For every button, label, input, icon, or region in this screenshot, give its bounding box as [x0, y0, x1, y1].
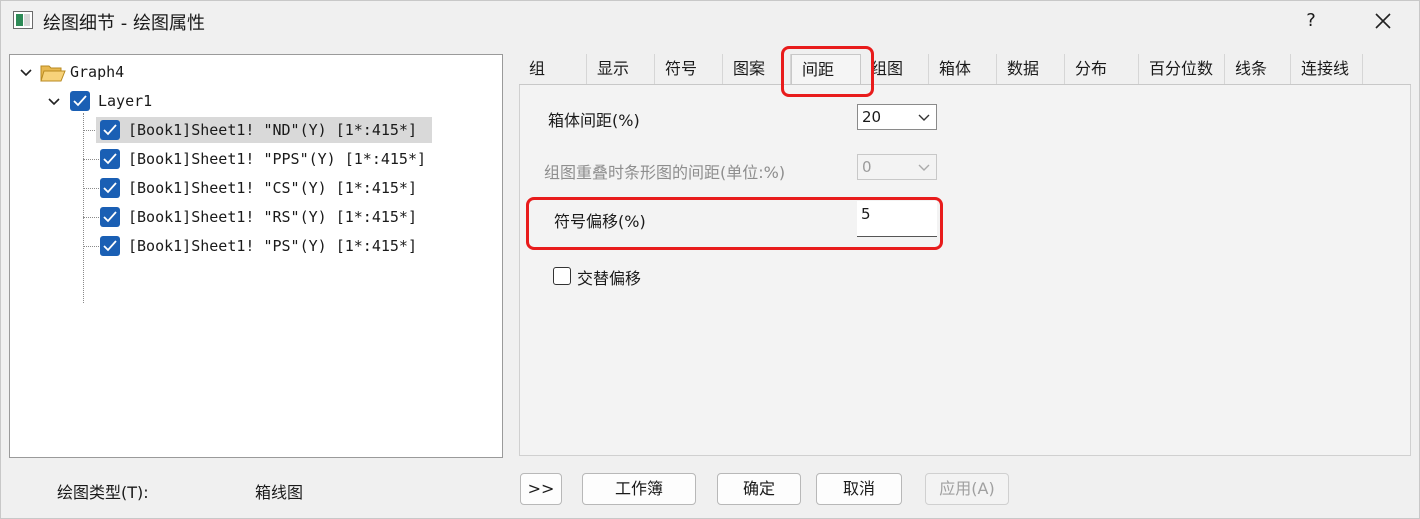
alternate-offset-checkbox[interactable] [553, 267, 571, 285]
check-icon [103, 153, 117, 165]
layer-checkbox[interactable] [70, 91, 90, 111]
item-checkbox[interactable] [100, 207, 120, 227]
box-gap-label: 箱体间距(%) [548, 111, 640, 130]
tab-group[interactable]: 组 [519, 54, 587, 84]
chevron-down-icon[interactable] [46, 93, 62, 109]
close-button[interactable] [1361, 5, 1405, 37]
tree-item-pps[interactable]: [Book1]Sheet1! "PPS"(Y) [1*:415*] [96, 146, 426, 172]
overlap-gap-label: 组图重叠时条形图的间距(单位:%) [544, 163, 786, 182]
tree-item-rs[interactable]: [Book1]Sheet1! "RS"(Y) [1*:415*] [96, 204, 417, 230]
chevron-down-icon [918, 114, 930, 121]
symbol-offset-value: 5 [861, 205, 871, 223]
overlap-gap-select: 0 [857, 154, 937, 180]
graph-name: Graph4 [70, 63, 125, 81]
tab-box[interactable]: 箱体 [929, 54, 997, 84]
symbol-offset-label: 符号偏移(%) [554, 212, 646, 231]
overlap-gap-value: 0 [862, 158, 872, 176]
help-button[interactable]: ? [1293, 5, 1329, 37]
layer-name: Layer1 [98, 92, 153, 110]
close-icon [1375, 13, 1391, 29]
tab-strip: 组 显示 符号 图案 间距 组图 箱体 数据 分布 百分位数 线条 连接线 [519, 54, 1411, 85]
item-checkbox[interactable] [100, 149, 120, 169]
tree-layer[interactable]: Layer1 [46, 88, 152, 114]
plot-type-label: 绘图类型(T): [57, 483, 149, 502]
item-label: [Book1]Sheet1! "RS"(Y) [1*:415*] [128, 208, 417, 226]
item-checkbox[interactable] [100, 120, 120, 140]
tree-item-cs[interactable]: [Book1]Sheet1! "CS"(Y) [1*:415*] [96, 175, 417, 201]
tab-display[interactable]: 显示 [587, 54, 655, 84]
window-title: 绘图细节 - 绘图属性 [43, 13, 205, 34]
tree-root-graph[interactable]: Graph4 [18, 59, 124, 85]
plot-details-dialog: 绘图细节 - 绘图属性 ? Graph4 Layer1 [Book1]Sheet… [0, 0, 1420, 519]
item-checkbox[interactable] [100, 236, 120, 256]
check-icon [103, 182, 117, 194]
tree-item-ps[interactable]: [Book1]Sheet1! "PS"(Y) [1*:415*] [96, 233, 417, 259]
tab-stack[interactable]: 组图 [861, 54, 929, 84]
title-bar: 绘图细节 - 绘图属性 ? [1, 1, 1419, 41]
plot-type-value: 箱线图 [255, 483, 304, 502]
symbol-offset-input[interactable]: 5 [857, 201, 937, 237]
tab-lines[interactable]: 线条 [1225, 54, 1291, 84]
spacing-panel: 箱体间距(%) 20 组图重叠时条形图的间距(单位:%) 0 符号偏移(%) 5… [519, 85, 1411, 456]
tab-connect-line[interactable]: 连接线 [1291, 54, 1363, 84]
tab-percentile[interactable]: 百分位数 [1139, 54, 1225, 84]
chevron-down-icon[interactable] [18, 64, 34, 80]
item-label: [Book1]Sheet1! "ND"(Y) [1*:415*] [128, 121, 417, 139]
box-gap-select[interactable]: 20 [857, 104, 937, 130]
check-icon [73, 95, 87, 107]
plot-tree: Graph4 Layer1 [Book1]Sheet1! "ND"(Y) [1*… [9, 54, 503, 458]
item-label: [Book1]Sheet1! "CS"(Y) [1*:415*] [128, 179, 417, 197]
ok-button[interactable]: 确定 [717, 473, 801, 505]
tab-distribution[interactable]: 分布 [1065, 54, 1139, 84]
tree-item-nd[interactable]: [Book1]Sheet1! "ND"(Y) [1*:415*] [96, 117, 432, 143]
alternate-offset-label: 交替偏移 [577, 269, 642, 288]
expand-button[interactable]: >> [520, 473, 562, 505]
folder-open-icon [40, 63, 66, 82]
check-icon [103, 240, 117, 252]
item-label: [Book1]Sheet1! "PS"(Y) [1*:415*] [128, 237, 417, 255]
workbook-button[interactable]: 工作簿 [582, 473, 696, 505]
chevron-down-icon [918, 164, 930, 171]
app-icon [13, 11, 33, 29]
item-label: [Book1]Sheet1! "PPS"(Y) [1*:415*] [128, 150, 427, 168]
tab-data[interactable]: 数据 [997, 54, 1065, 84]
tab-spacing[interactable]: 间距 [791, 54, 861, 84]
check-icon [103, 211, 117, 223]
cancel-button[interactable]: 取消 [816, 473, 902, 505]
check-icon [103, 124, 117, 136]
tab-pattern[interactable]: 图案 [723, 54, 791, 84]
box-gap-value: 20 [862, 108, 882, 126]
apply-button: 应用(A) [925, 473, 1009, 505]
tab-symbol[interactable]: 符号 [655, 54, 723, 84]
item-checkbox[interactable] [100, 178, 120, 198]
